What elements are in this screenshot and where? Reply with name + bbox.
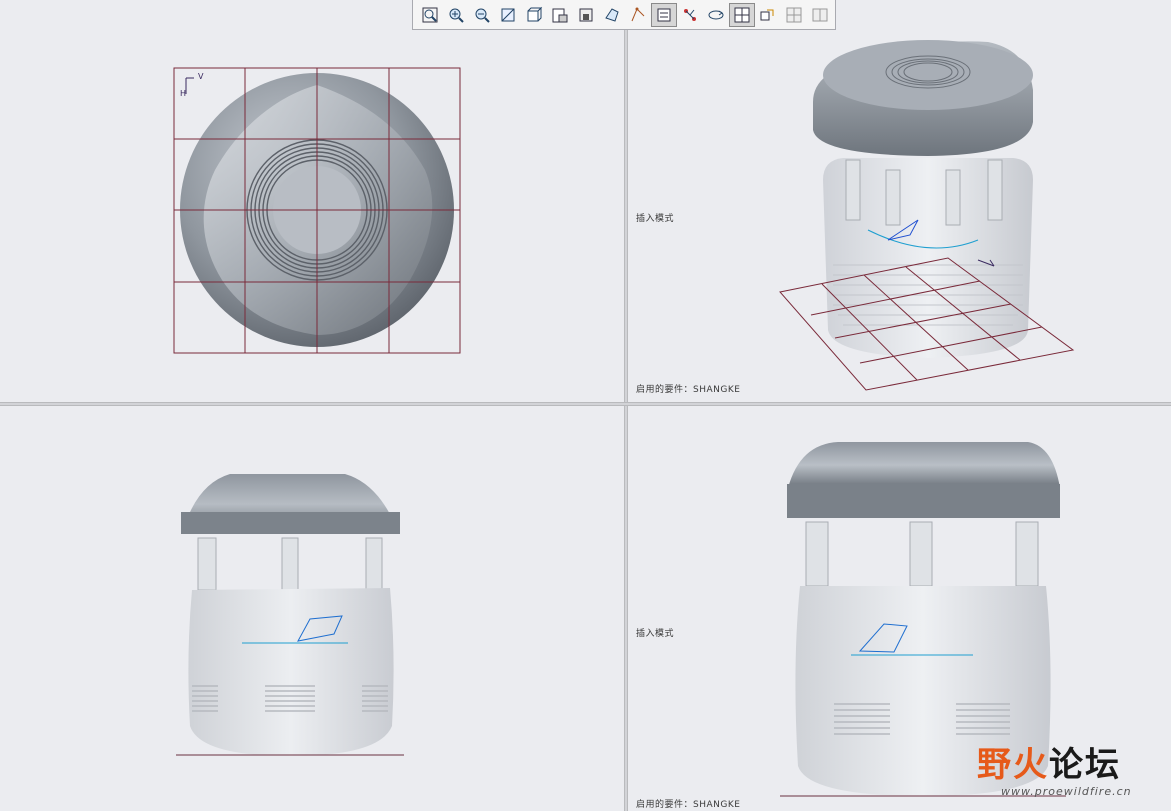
show-panes-button[interactable] bbox=[807, 3, 833, 27]
datum-display-button[interactable] bbox=[625, 3, 651, 27]
enabled-feature-label: 启用的要件：SHANGKE bbox=[636, 385, 741, 395]
repaint-icon bbox=[499, 6, 517, 24]
spin-center-icon bbox=[681, 6, 699, 24]
perspective-button[interactable] bbox=[599, 3, 625, 27]
annotation-display-icon bbox=[655, 6, 673, 24]
isometric-model bbox=[779, 40, 1075, 391]
datum-grid bbox=[173, 67, 461, 354]
viewport-isometric-view[interactable]: 插入模式 启用的要件：SHANGKE bbox=[628, 30, 1171, 402]
multi-view-button[interactable] bbox=[729, 2, 755, 27]
view-manager-icon bbox=[577, 6, 595, 24]
cap-top bbox=[823, 40, 1033, 110]
top-view-model: H V bbox=[173, 67, 461, 354]
show-panes-icon bbox=[811, 6, 829, 24]
enabled-feature-label: 启用的要件：SHANGKE bbox=[636, 800, 741, 810]
sketch-view-button[interactable] bbox=[755, 3, 781, 27]
sketch-view-icon bbox=[759, 6, 777, 24]
zoom-in-icon bbox=[447, 6, 465, 24]
watermark-title-part2: 论坛 bbox=[1049, 745, 1121, 785]
cap-rim bbox=[787, 484, 1060, 518]
svg-text:V: V bbox=[198, 72, 204, 81]
cap-dome bbox=[788, 442, 1060, 488]
zoom-fit-icon bbox=[421, 6, 439, 24]
saved-views-button[interactable] bbox=[547, 3, 573, 27]
zoom-in-button[interactable] bbox=[443, 3, 469, 27]
zoom-out-icon bbox=[473, 6, 491, 24]
csys-marker: H V bbox=[180, 72, 204, 98]
view-manager-button[interactable] bbox=[573, 3, 599, 27]
support-posts bbox=[805, 521, 1039, 587]
saved-views-icon bbox=[551, 6, 569, 24]
multi-view-icon bbox=[733, 6, 751, 24]
display-style-button[interactable] bbox=[521, 3, 547, 27]
perspective-icon bbox=[603, 6, 621, 24]
insert-mode-label: 插入模式 bbox=[636, 214, 675, 224]
viewport-side-view[interactable]: 插入模式 启用的要件：SHANGKE 野火论坛 www.proewildfire… bbox=[628, 406, 1171, 811]
viewport-front-view[interactable] bbox=[0, 406, 623, 811]
orient-mode-icon bbox=[707, 6, 725, 24]
refit-view-button[interactable] bbox=[417, 3, 443, 27]
annotation-display-button[interactable] bbox=[651, 2, 677, 27]
repaint-button[interactable] bbox=[495, 3, 521, 27]
body-shell bbox=[188, 588, 394, 756]
viewport-top-view[interactable]: H V bbox=[0, 30, 623, 402]
svg-text:H: H bbox=[180, 89, 186, 98]
view-toolbar bbox=[412, 0, 836, 30]
insert-mode-label: 插入模式 bbox=[636, 629, 675, 639]
orient-mode-button[interactable] bbox=[703, 3, 729, 27]
watermark-url: www.proewildfire.cn bbox=[1001, 785, 1132, 798]
grid-toggle-button[interactable] bbox=[781, 3, 807, 27]
forum-watermark: 野火论坛 www.proewildfire.cn bbox=[977, 733, 1157, 803]
grid-toggle-icon bbox=[785, 6, 803, 24]
cap-rim bbox=[181, 512, 400, 534]
zoom-out-button[interactable] bbox=[469, 3, 495, 27]
spin-center-button[interactable] bbox=[677, 3, 703, 27]
datum-display-icon bbox=[629, 6, 647, 24]
front-view-model bbox=[176, 474, 404, 756]
watermark-title-part1: 野火 bbox=[977, 745, 1049, 785]
support-posts bbox=[197, 537, 383, 591]
display-style-icon bbox=[525, 6, 543, 24]
